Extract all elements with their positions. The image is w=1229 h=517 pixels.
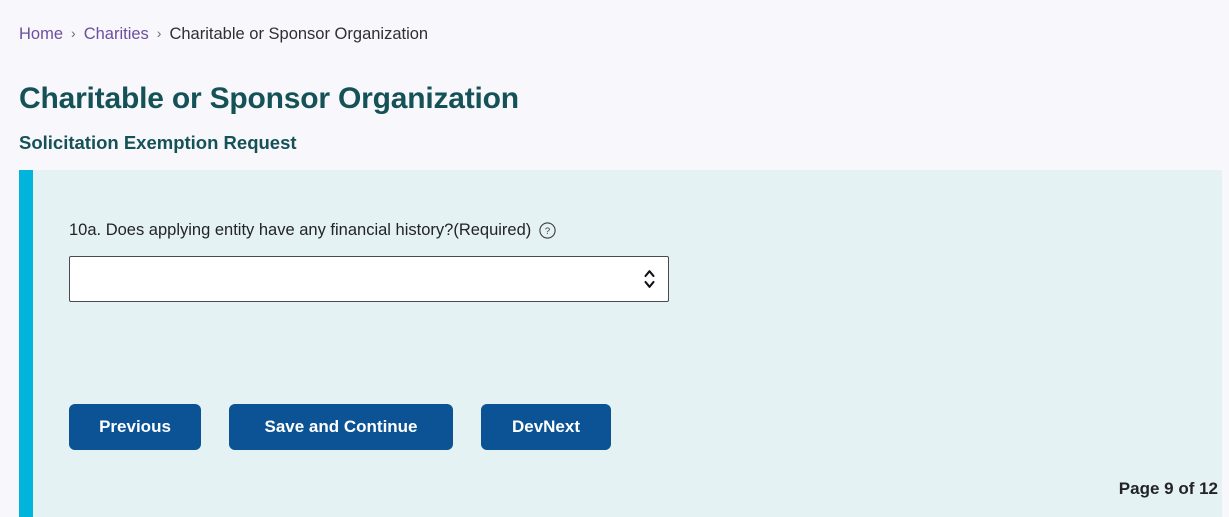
financial-history-select-wrapper: YesNo — [69, 256, 669, 302]
question-label: 10a. Does applying entity have any finan… — [69, 221, 532, 239]
form-action-buttons: Previous Save and Continue DevNext — [69, 404, 611, 450]
page-subtitle: Solicitation Exemption Request — [19, 132, 297, 153]
previous-button[interactable]: Previous — [69, 404, 201, 450]
svg-text:?: ? — [545, 226, 550, 237]
page-indicator: Page 9 of 12 — [1118, 479, 1218, 498]
dev-next-button[interactable]: DevNext — [481, 404, 611, 450]
question-row: 10a. Does applying entity have any finan… — [69, 218, 556, 242]
form-panel: 10a. Does applying entity have any finan… — [19, 170, 1222, 517]
financial-history-select[interactable]: YesNo — [69, 256, 669, 302]
page-title: Charitable or Sponsor Organization — [19, 82, 519, 115]
breadcrumb-item-home[interactable]: Home — [19, 22, 63, 46]
breadcrumb-separator-icon: › — [71, 25, 76, 41]
breadcrumb-item-current: Charitable or Sponsor Organization — [169, 25, 429, 43]
breadcrumb-item-charities[interactable]: Charities — [84, 22, 149, 46]
save-and-continue-button[interactable]: Save and Continue — [229, 404, 453, 450]
help-circle-icon[interactable]: ? — [539, 221, 556, 239]
breadcrumb: Home › Charities › Charitable or Sponsor… — [19, 22, 428, 46]
breadcrumb-separator-icon: › — [156, 25, 162, 41]
panel-accent-bar — [19, 170, 33, 517]
